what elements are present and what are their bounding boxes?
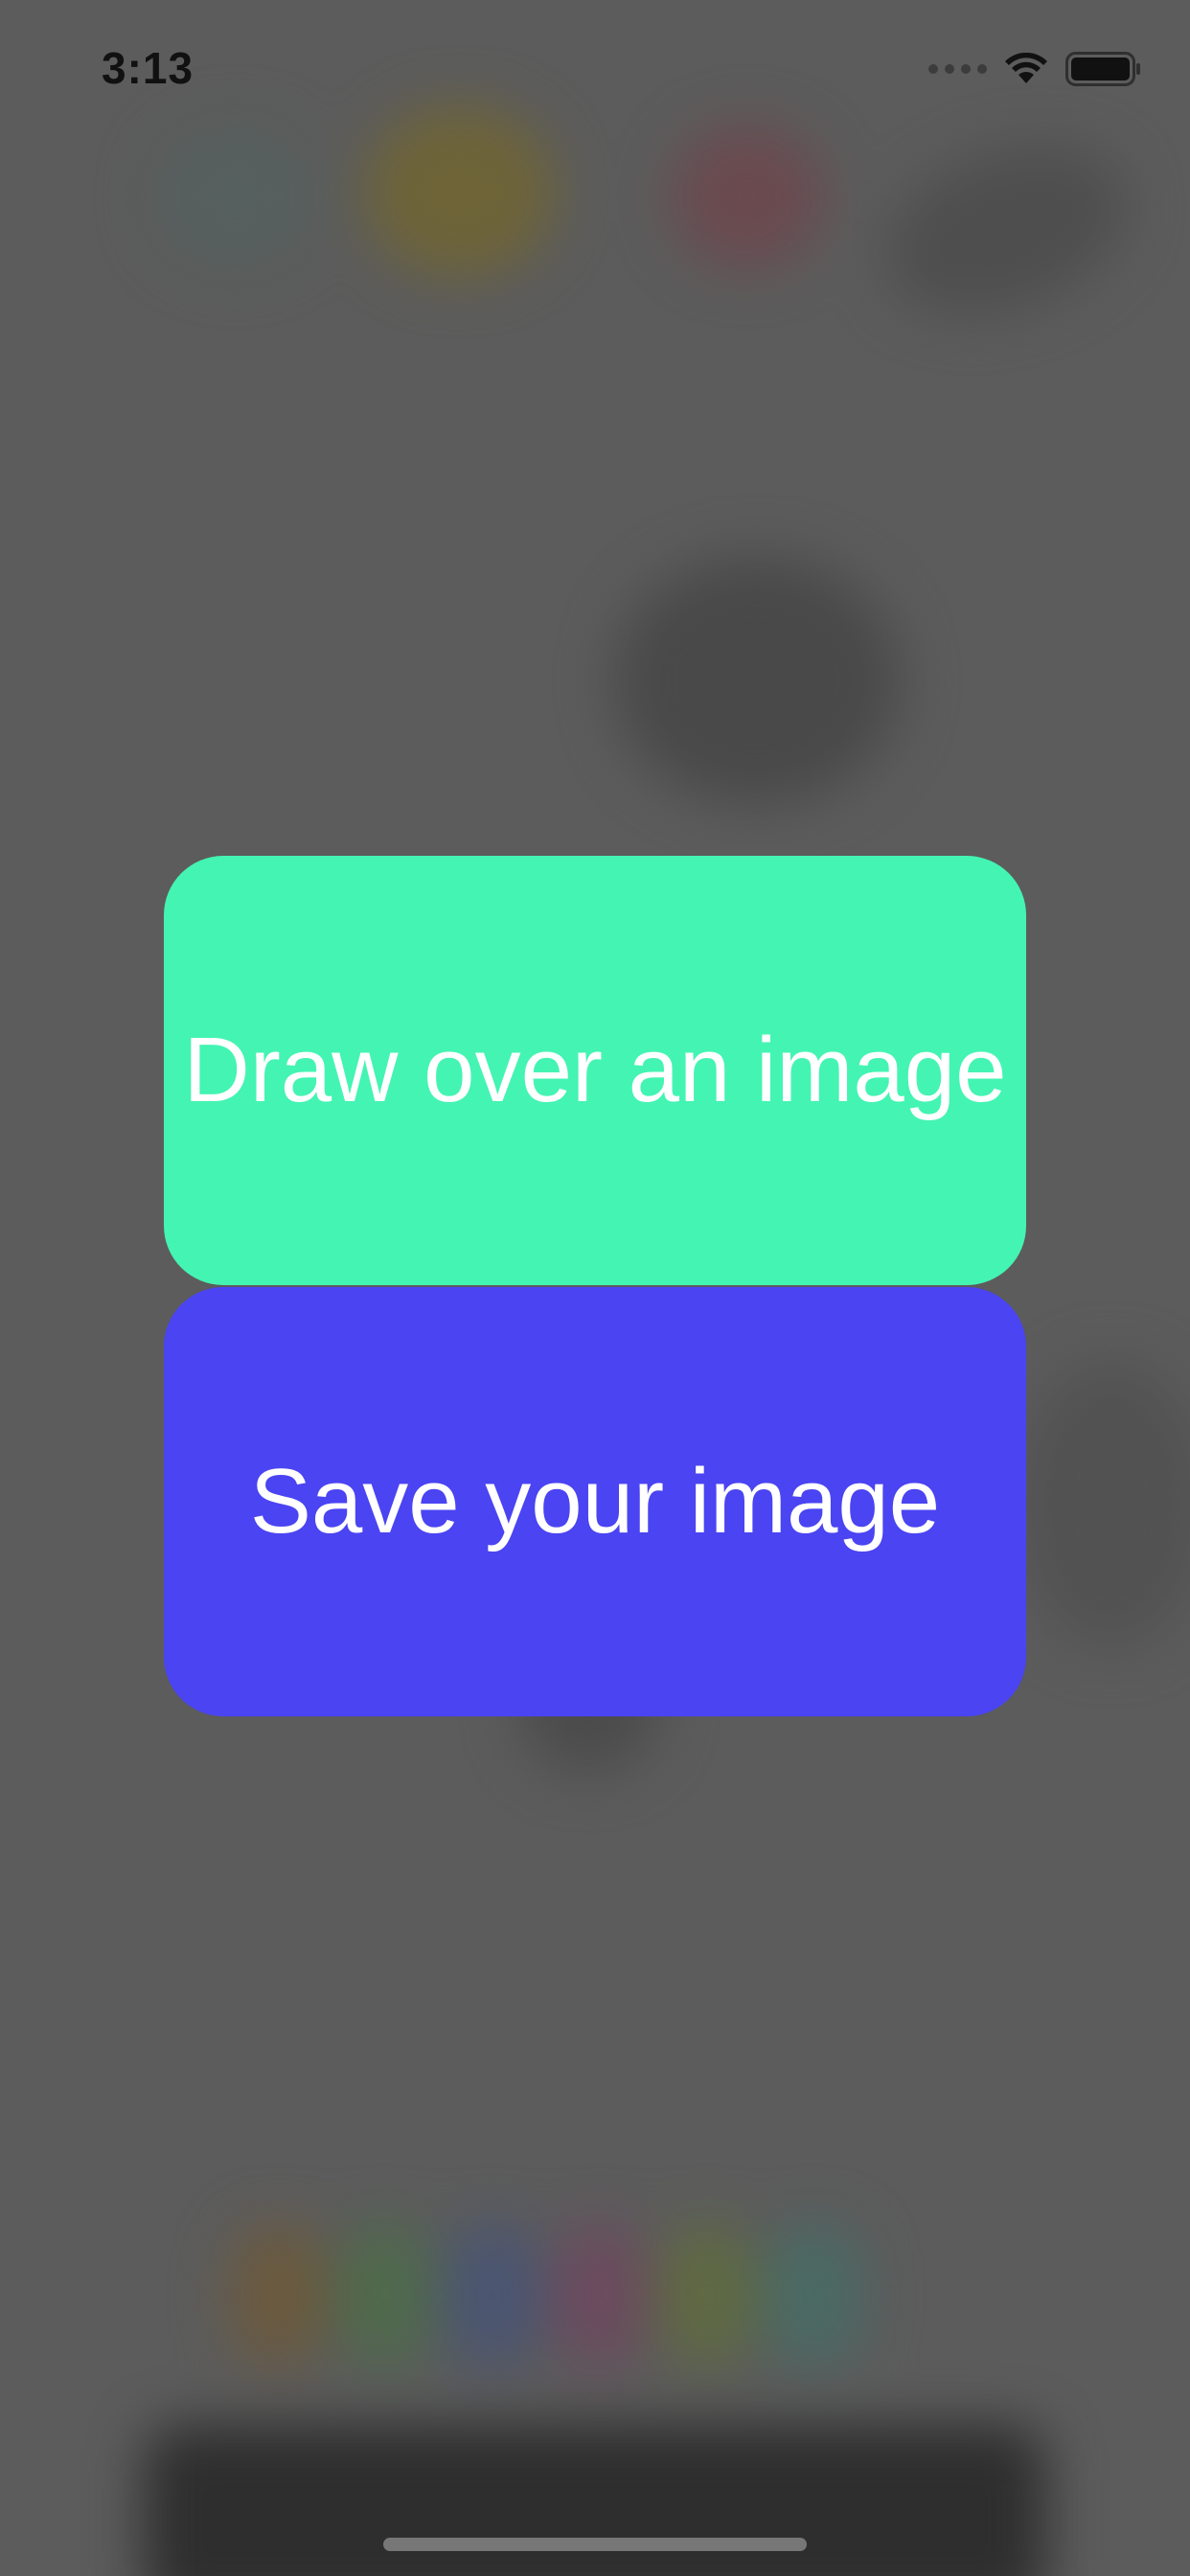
wifi-icon: [1004, 53, 1048, 85]
status-indicators: [928, 52, 1142, 86]
blurred-shape: [862, 115, 1150, 345]
home-indicator[interactable]: [383, 2538, 807, 2551]
save-image-button[interactable]: Save your image: [164, 1287, 1026, 1716]
draw-over-image-button[interactable]: Draw over an image: [164, 856, 1026, 1285]
palette-swatch: [551, 2223, 649, 2367]
blurred-shape: [1016, 1361, 1190, 1648]
palette-swatch: [444, 2223, 542, 2367]
blurred-toolbar: [144, 2425, 1046, 2576]
app-screen: 3:13 Draw over an image Save your image: [0, 0, 1190, 2576]
status-bar: 3:13: [0, 0, 1190, 134]
blurred-shape: [671, 125, 824, 268]
status-time: 3:13: [102, 43, 195, 93]
battery-icon: [1065, 52, 1142, 86]
blurred-shape: [153, 125, 316, 268]
palette-swatch: [230, 2223, 328, 2367]
blurred-color-palette: [230, 2223, 863, 2367]
palette-swatch: [657, 2223, 756, 2367]
palette-swatch: [765, 2223, 863, 2367]
palette-swatch: [336, 2223, 435, 2367]
signal-dots-icon: [928, 64, 987, 74]
blurred-shape: [613, 556, 901, 805]
